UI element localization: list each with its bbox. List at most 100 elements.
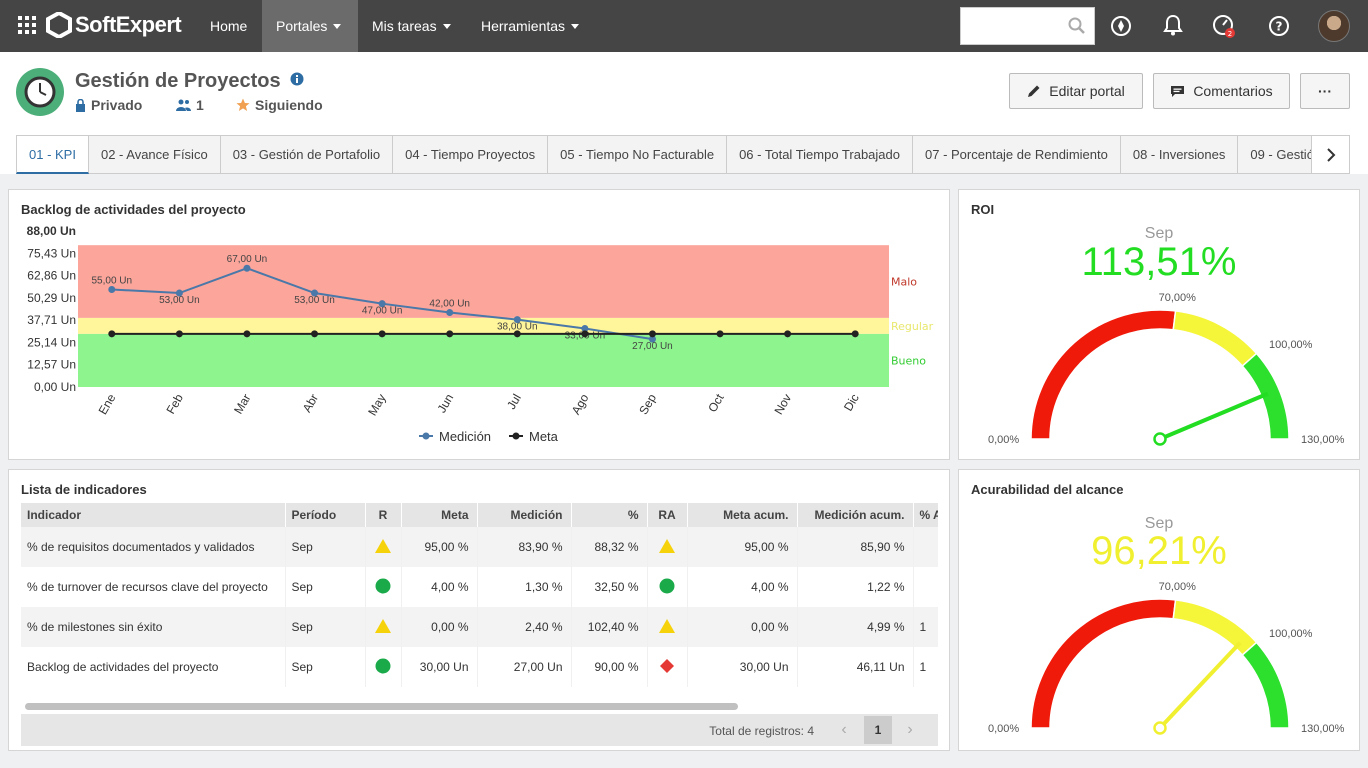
legend-label[interactable]: Medición — [439, 429, 491, 444]
table-row[interactable]: % de milestones sin éxito Sep 0,00 % 2,40 %… — [21, 607, 938, 647]
y-tick-label: 12,57 Un — [27, 358, 76, 372]
nav-home[interactable]: Home — [196, 0, 261, 52]
x-tick-label: Dic — [841, 392, 862, 414]
cell-pct-acum: 1 — [913, 647, 938, 687]
user-avatar[interactable] — [1318, 10, 1350, 42]
info-icon[interactable] — [290, 72, 304, 86]
tab-total-tiempo-trabajado[interactable]: 06 - Total Tiempo Trabajado — [727, 135, 913, 174]
portal-icon — [16, 68, 64, 116]
column-header[interactable]: RA — [647, 503, 688, 527]
nav-portales[interactable]: Portales — [262, 0, 358, 52]
roi-gauge: 0,00% 130,00% 70,00% 100,00% — [988, 292, 1345, 446]
x-tick-label: Sep — [636, 391, 659, 417]
edit-portal-button[interactable]: Editar portal — [1009, 73, 1143, 109]
meta-point[interactable] — [175, 330, 183, 338]
band-label: Bueno — [891, 354, 926, 367]
lock-icon — [76, 98, 85, 112]
cell-med-acum: 85,90 % — [797, 527, 914, 567]
column-header[interactable]: % A — [913, 503, 938, 527]
backlog-chart-panel: Backlog de actividades del proyecto Buen… — [8, 189, 950, 460]
chevron-right-icon — [1326, 147, 1335, 162]
table-row[interactable]: % de requisitos documentados y validados… — [21, 527, 938, 567]
medicion-point[interactable] — [108, 286, 116, 293]
help-icon[interactable]: ? — [1268, 15, 1290, 37]
meta-point[interactable] — [378, 330, 386, 338]
meta-point[interactable] — [648, 330, 656, 338]
search-input[interactable] — [960, 7, 1095, 45]
search-icon[interactable] — [1068, 17, 1086, 35]
chevron-down-icon — [571, 23, 580, 29]
meta-point[interactable] — [851, 330, 859, 338]
gauge-icon[interactable]: 2 — [1212, 14, 1238, 40]
table-row[interactable]: % de turnover de recursos clave del proy… — [21, 567, 938, 607]
tab-tiempo-no-facturable[interactable]: 05 - Tiempo No Facturable — [548, 135, 728, 174]
y-tick-label: 0,00 Un — [34, 380, 76, 394]
cell-pct-acum — [913, 527, 938, 567]
meta-point[interactable] — [513, 330, 521, 338]
tab-gestion-portafolio[interactable]: 03 - Gestión de Portafolio — [220, 135, 394, 174]
bell-icon[interactable] — [1163, 14, 1183, 36]
cell-meta-acum: 0,00 % — [687, 607, 798, 647]
nav-mis-tareas[interactable]: Mis tareas — [358, 0, 465, 52]
more-options-button[interactable]: ··· — [1300, 73, 1350, 109]
tab-porcentaje-rendimiento[interactable]: 07 - Porcentaje de Rendimiento — [913, 135, 1121, 174]
nav-herramientas-label: Herramientas — [481, 18, 566, 34]
meta-point[interactable] — [784, 330, 792, 338]
tabs-next-button[interactable] — [1311, 135, 1350, 174]
y-tick-label: 50,29 Un — [27, 291, 76, 305]
status-warning-icon — [659, 618, 675, 633]
legend-label[interactable]: Meta — [529, 429, 559, 444]
tab-kpi[interactable]: 01 - KPI — [16, 135, 89, 174]
nav-herramientas[interactable]: Herramientas — [467, 0, 593, 52]
compass-icon[interactable] — [1110, 15, 1132, 37]
meta-point[interactable] — [108, 330, 116, 338]
meta-point[interactable] — [311, 330, 319, 338]
following-status[interactable]: Siguiendo — [236, 97, 323, 113]
tab-inversiones[interactable]: 08 - Inversiones — [1120, 135, 1239, 174]
page-1-button[interactable]: 1 — [864, 716, 892, 744]
alcance-gauge: 0,00% 130,00% 70,00% 100,00% — [988, 581, 1345, 735]
column-header[interactable]: Meta — [401, 503, 478, 527]
legend-marker — [422, 432, 430, 440]
cell-pct: 32,50 % — [571, 567, 648, 607]
column-header[interactable]: Período — [285, 503, 366, 527]
x-tick-label: Ene — [96, 391, 119, 417]
column-header[interactable]: Meta acum. — [687, 503, 798, 527]
medicion-point[interactable] — [243, 264, 251, 272]
band-bueno — [78, 333, 889, 387]
column-header[interactable]: Indicador — [21, 503, 286, 527]
meta-point[interactable] — [581, 330, 589, 338]
softexpert-logo[interactable]: SoftExpert — [46, 10, 182, 40]
column-header[interactable]: R — [365, 503, 402, 527]
meta-point[interactable] — [716, 330, 724, 338]
band-label: Malo — [891, 276, 917, 289]
cell-med-acum: 4,99 % — [797, 607, 914, 647]
tab-avance-fisico[interactable]: 02 - Avance Físico — [88, 135, 221, 174]
apps-grid-icon[interactable] — [16, 14, 38, 36]
column-header[interactable]: % — [571, 503, 648, 527]
tab-tiempo-proyectos[interactable]: 04 - Tiempo Proyectos — [393, 135, 549, 174]
page-title: Gestión de Proyectos — [75, 70, 304, 93]
data-label: 27,00 Un — [632, 341, 673, 352]
column-header[interactable]: Medición — [477, 503, 572, 527]
brand-name: SoftExpert — [75, 12, 182, 37]
alcance-band-red — [1030, 598, 1177, 729]
next-page-button[interactable]: › — [892, 714, 928, 746]
meta-point[interactable] — [243, 330, 251, 338]
medicion-point[interactable] — [446, 309, 454, 317]
column-header[interactable]: Medición acum. — [797, 503, 914, 527]
alcance-needle-pivot — [1153, 721, 1167, 735]
band-malo — [78, 245, 889, 318]
cell-period: Sep — [285, 607, 366, 647]
horizontal-scrollbar[interactable] — [25, 703, 738, 710]
cell-name: Backlog de actividades del proyecto — [21, 647, 286, 687]
tab-label: 03 - Gestión de Portafolio — [232, 147, 381, 162]
result-status-cell — [365, 527, 402, 567]
meta-point[interactable] — [446, 330, 454, 338]
comments-button[interactable]: Comentarios — [1153, 73, 1290, 109]
members-count[interactable]: 1 — [176, 97, 204, 113]
table-row[interactable]: Backlog de actividades del proyecto Sep 30… — [21, 647, 938, 687]
prev-page-button[interactable]: ‹ — [826, 714, 862, 746]
tab-label: 07 - Porcentaje de Rendimiento — [925, 147, 1108, 162]
logo-mark-icon — [46, 12, 72, 38]
